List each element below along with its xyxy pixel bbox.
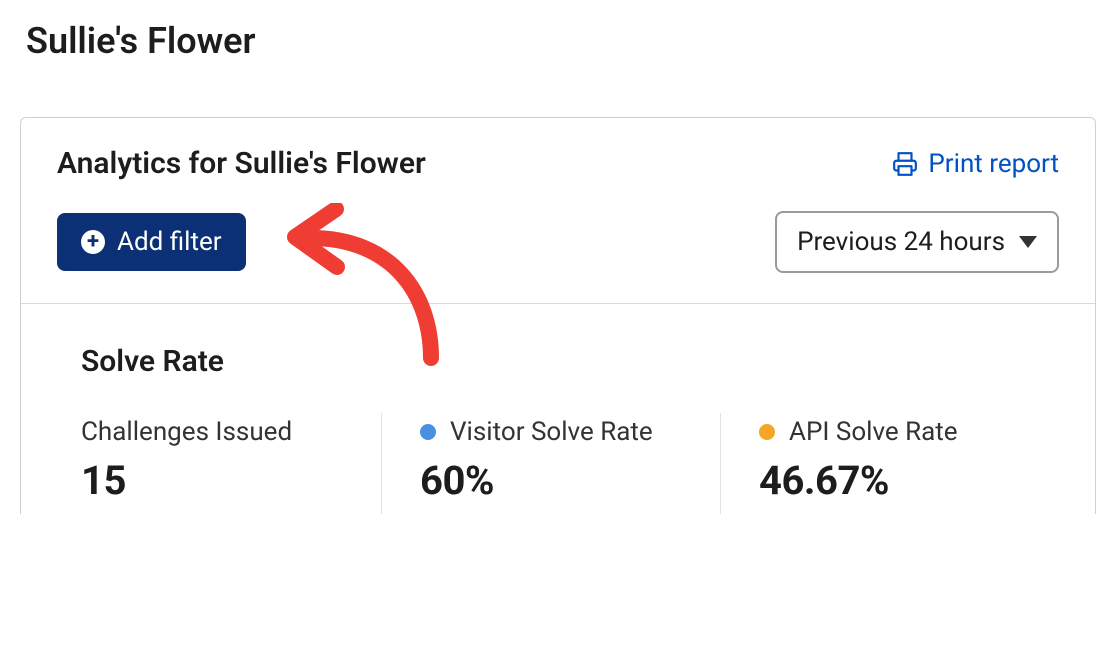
metric-challenges-issued: Challenges Issued 15 bbox=[81, 413, 381, 514]
metric-value: 46.67% bbox=[759, 457, 1029, 504]
panel-header: Analytics for Sullie's Flower Print repo… bbox=[21, 118, 1095, 211]
metric-api-solve-rate: API Solve Rate 46.67% bbox=[720, 413, 1059, 514]
metric-label: Visitor Solve Rate bbox=[420, 417, 690, 447]
metric-value: 15 bbox=[81, 457, 351, 504]
metric-value: 60% bbox=[420, 457, 690, 504]
add-filter-label: Add filter bbox=[117, 227, 222, 257]
dot-icon bbox=[420, 424, 436, 440]
dot-icon bbox=[759, 424, 775, 440]
time-range-label: Previous 24 hours bbox=[797, 227, 1005, 257]
page-title: Sullie's Flower bbox=[20, 20, 1096, 62]
solve-rate-section: Solve Rate Challenges Issued 15 Visitor … bbox=[21, 304, 1095, 514]
metric-visitor-solve-rate: Visitor Solve Rate 60% bbox=[381, 413, 720, 514]
analytics-panel: Analytics for Sullie's Flower Print repo… bbox=[20, 117, 1096, 514]
metric-label: Challenges Issued bbox=[81, 417, 351, 447]
metric-label: API Solve Rate bbox=[759, 417, 1029, 447]
solve-rate-title: Solve Rate bbox=[81, 344, 1059, 379]
chevron-down-icon bbox=[1019, 236, 1037, 248]
print-icon bbox=[892, 151, 918, 177]
add-filter-button[interactable]: + Add filter bbox=[57, 213, 246, 271]
print-report-link[interactable]: Print report bbox=[892, 149, 1059, 179]
metric-label-text: Challenges Issued bbox=[81, 417, 292, 447]
plus-circle-icon: + bbox=[81, 230, 105, 254]
time-range-select[interactable]: Previous 24 hours bbox=[775, 211, 1059, 273]
panel-title: Analytics for Sullie's Flower bbox=[57, 146, 426, 181]
metric-label-text: Visitor Solve Rate bbox=[450, 417, 653, 447]
metrics-row: Challenges Issued 15 Visitor Solve Rate … bbox=[81, 413, 1059, 514]
metric-label-text: API Solve Rate bbox=[789, 417, 958, 447]
filter-bar: + Add filter Previous 24 hours bbox=[21, 211, 1095, 304]
print-report-label: Print report bbox=[928, 149, 1059, 179]
